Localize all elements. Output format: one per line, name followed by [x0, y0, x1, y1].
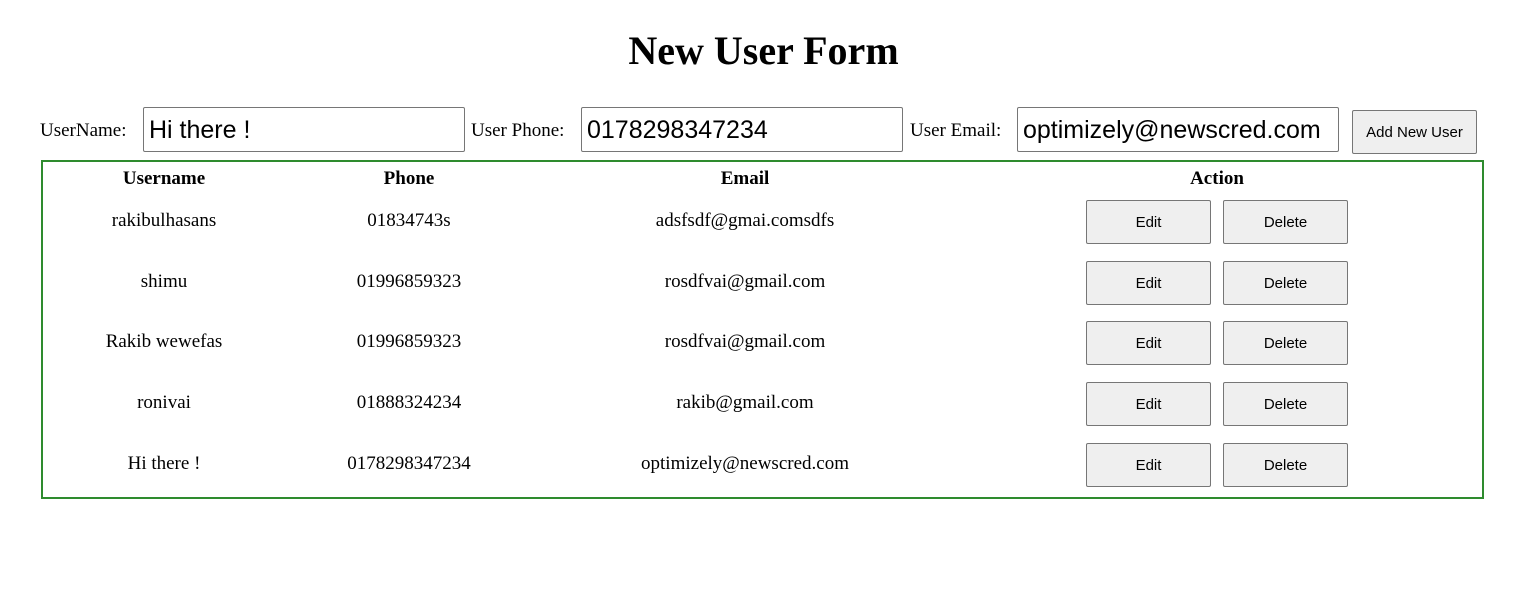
table-row: ronivai 01888324234 rakib@gmail.com Edit… — [43, 382, 1482, 426]
phone-input[interactable] — [581, 107, 903, 152]
header-email: Email — [720, 168, 770, 189]
edit-button[interactable]: Edit — [1086, 382, 1211, 426]
edit-button[interactable]: Edit — [1086, 443, 1211, 487]
email-label: User Email: — [910, 120, 1002, 141]
cell-email: rosdfvai@gmail.com — [664, 331, 826, 352]
delete-button[interactable]: Delete — [1223, 443, 1348, 487]
phone-label: User Phone: — [471, 120, 565, 141]
delete-button[interactable]: Delete — [1223, 261, 1348, 305]
delete-button[interactable]: Delete — [1223, 200, 1348, 244]
table-row: Hi there ! 0178298347234 optimizely@news… — [43, 443, 1482, 487]
table-row: Rakib wewefas 01996859323 rosdfvai@gmail… — [43, 321, 1482, 365]
username-label: UserName: — [40, 120, 127, 141]
delete-button[interactable]: Delete — [1223, 382, 1348, 426]
cell-email: adsfsdf@gmai.comsdfs — [655, 210, 835, 231]
cell-phone: 01996859323 — [356, 331, 462, 352]
edit-button[interactable]: Edit — [1086, 321, 1211, 365]
header-phone: Phone — [383, 168, 435, 189]
cell-phone: 01996859323 — [356, 271, 462, 292]
delete-button[interactable]: Delete — [1223, 321, 1348, 365]
add-new-user-button[interactable]: Add New User — [1352, 110, 1477, 154]
cell-username: Rakib wewefas — [105, 331, 223, 352]
edit-button[interactable]: Edit — [1086, 200, 1211, 244]
cell-username: ronivai — [137, 392, 191, 413]
username-input[interactable] — [143, 107, 465, 152]
cell-phone: 01834743s — [367, 210, 451, 231]
cell-email: optimizely@newscred.com — [641, 453, 849, 474]
cell-username: shimu — [140, 271, 188, 292]
users-table: Username Phone Email Action rakibulhasan… — [41, 160, 1484, 499]
cell-email: rakib@gmail.com — [676, 392, 814, 413]
page-title: New User Form — [628, 28, 899, 73]
table-row: shimu 01996859323 rosdfvai@gmail.com Edi… — [43, 261, 1482, 305]
cell-phone: 01888324234 — [356, 392, 462, 413]
cell-username: rakibulhasans — [111, 210, 217, 231]
edit-button[interactable]: Edit — [1086, 261, 1211, 305]
table-row: rakibulhasans 01834743s adsfsdf@gmai.com… — [43, 200, 1482, 244]
email-input[interactable] — [1017, 107, 1339, 152]
cell-username: Hi there ! — [127, 453, 201, 474]
cell-phone: 0178298347234 — [347, 453, 471, 474]
header-action: Action — [1190, 168, 1244, 189]
cell-email: rosdfvai@gmail.com — [664, 271, 826, 292]
header-username: Username — [122, 168, 206, 189]
